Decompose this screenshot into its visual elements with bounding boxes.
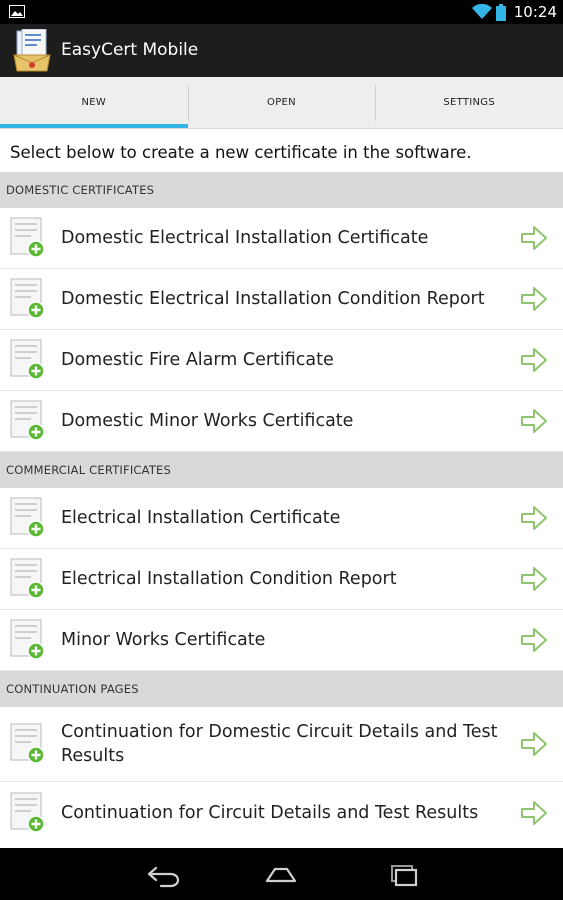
list-item-label: Electrical Installation Certificate <box>61 508 341 528</box>
list-item[interactable]: Domestic Minor Works Certificate <box>0 391 563 452</box>
navigation-bar <box>0 848 563 900</box>
tab-new[interactable]: NEW <box>0 77 188 128</box>
list-item[interactable]: Domestic Fire Alarm Certificate <box>0 330 563 391</box>
add-document-icon <box>10 278 45 319</box>
tab-settings[interactable]: SETTINGS <box>375 77 563 128</box>
add-document-icon <box>10 558 45 599</box>
list-item-label: Continuation for Circuit Details and Tes… <box>61 802 479 823</box>
arrow-right-icon <box>521 506 547 530</box>
section-header-commercial: COMMERCIAL CERTIFICATES <box>0 452 563 488</box>
app-title: EasyCert Mobile <box>61 40 199 60</box>
list-item-label: Domestic Electrical Installation Conditi… <box>61 289 485 309</box>
arrow-right-icon <box>521 409 547 433</box>
easycert-app-icon[interactable] <box>13 29 51 73</box>
arrow-right-icon <box>521 567 547 591</box>
tab-bar: NEW OPEN SETTINGS <box>0 77 563 129</box>
recent-apps-icon[interactable] <box>384 860 424 888</box>
arrow-right-icon <box>521 732 547 756</box>
arrow-right-icon <box>521 800 547 825</box>
status-icons: 10:24 <box>471 0 557 24</box>
list-item[interactable]: Minor Works Certificate <box>0 610 563 671</box>
certificate-list: Select below to create a new certificate… <box>0 129 563 848</box>
list-item[interactable]: Electrical Installation Condition Report <box>0 549 563 610</box>
add-document-icon <box>10 339 45 380</box>
battery-icon <box>495 3 506 21</box>
wifi-icon <box>471 4 492 19</box>
tab-open[interactable]: OPEN <box>187 77 376 128</box>
add-document-icon <box>10 497 45 538</box>
action-bar: EasyCert Mobile <box>0 24 563 77</box>
list-item[interactable]: Electrical Installation Certificate <box>0 488 563 549</box>
status-bar: 10:24 <box>0 0 563 24</box>
list-item[interactable]: Domestic Electrical Installation Certifi… <box>0 208 563 269</box>
list-item[interactable]: Continuation for Circuit Details and Tes… <box>0 782 563 843</box>
list-item-label: Domestic Minor Works Certificate <box>61 411 354 431</box>
add-document-icon <box>10 792 45 833</box>
arrow-right-icon <box>521 628 547 652</box>
arrow-right-icon <box>521 226 547 250</box>
list-item-label: Domestic Fire Alarm Certificate <box>61 350 334 370</box>
add-document-icon <box>10 400 45 441</box>
list-item-label: Continuation for Domestic Circuit Detail… <box>61 722 498 766</box>
tab-open-label: OPEN <box>267 97 296 108</box>
arrow-right-icon <box>521 348 547 372</box>
arrow-right-icon <box>521 287 547 311</box>
add-document-icon <box>10 217 45 258</box>
section-header-domestic: DOMESTIC CERTIFICATES <box>0 172 563 208</box>
back-icon[interactable] <box>143 860 183 888</box>
home-icon[interactable] <box>261 860 301 888</box>
add-document-icon <box>10 723 45 764</box>
tab-new-label: NEW <box>81 97 107 108</box>
picture-notification-icon <box>9 5 25 18</box>
add-document-icon <box>10 619 45 660</box>
list-item[interactable]: Domestic Electrical Installation Conditi… <box>0 269 563 330</box>
intro-text: Select below to create a new certificate… <box>10 143 472 162</box>
list-item-label: Domestic Electrical Installation Certifi… <box>61 228 429 248</box>
clock: 10:24 <box>513 3 557 21</box>
section-header-continuation: CONTINUATION PAGES <box>0 671 563 707</box>
list-item-label: Electrical Installation Condition Report <box>61 569 397 589</box>
list-item[interactable]: Continuation for Domestic Circuit Detail… <box>0 707 563 782</box>
tab-settings-label: SETTINGS <box>443 97 495 108</box>
list-item-label: Minor Works Certificate <box>61 630 266 650</box>
